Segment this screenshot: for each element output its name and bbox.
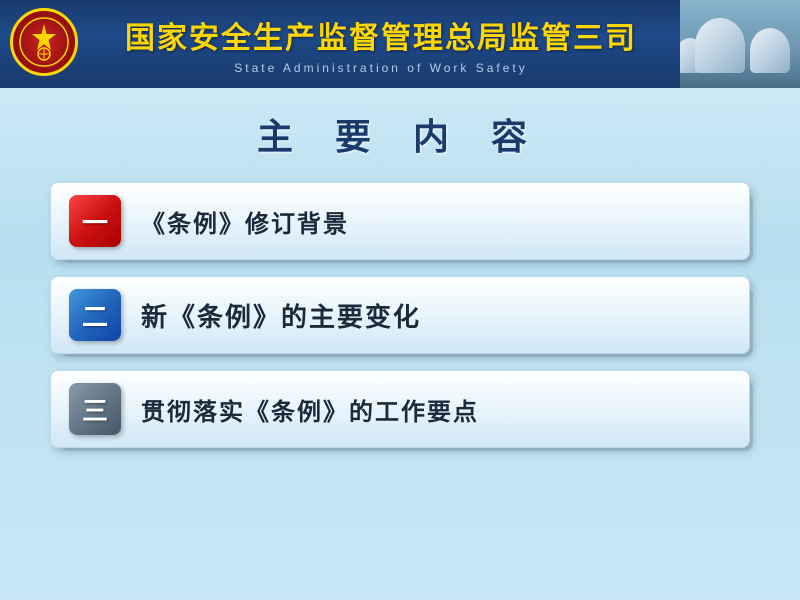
emblem-svg [18, 16, 70, 68]
menu-item-1[interactable]: 一 《条例》修订背景 [50, 182, 750, 260]
tank-1 [695, 18, 745, 73]
logo-emblem [10, 8, 78, 76]
menu-text-1: 《条例》修订背景 [141, 204, 349, 239]
tank-scene [680, 0, 800, 88]
logo-area [10, 8, 82, 80]
header: 国家安全生产监督管理总局监管三司 State Administration of… [0, 0, 800, 88]
badge-3: 三 [69, 383, 121, 435]
menu-text-2: 新《条例》的主要变化 [141, 297, 421, 334]
badge-1: 一 [69, 195, 121, 247]
header-text-area: 国家安全生产监督管理总局监管三司 State Administration of… [82, 13, 680, 75]
menu-item-2[interactable]: 二 新《条例》的主要变化 [50, 276, 750, 354]
menu-item-3[interactable]: 三 贯彻落实《条例》的工作要点 [50, 370, 750, 448]
header-image [680, 0, 800, 88]
tank-2 [750, 28, 790, 73]
badge-2: 二 [69, 289, 121, 341]
menu-text-3: 贯彻落实《条例》的工作要点 [141, 392, 479, 427]
header-title-en: State Administration of Work Safety [234, 61, 528, 75]
header-title-cn: 国家安全生产监督管理总局监管三司 [125, 13, 637, 57]
page-title: 主 要 内 容 [50, 108, 750, 160]
main-content: 主 要 内 容 一 《条例》修订背景 二 新《条例》的主要变化 三 贯彻落实《条… [0, 88, 800, 484]
